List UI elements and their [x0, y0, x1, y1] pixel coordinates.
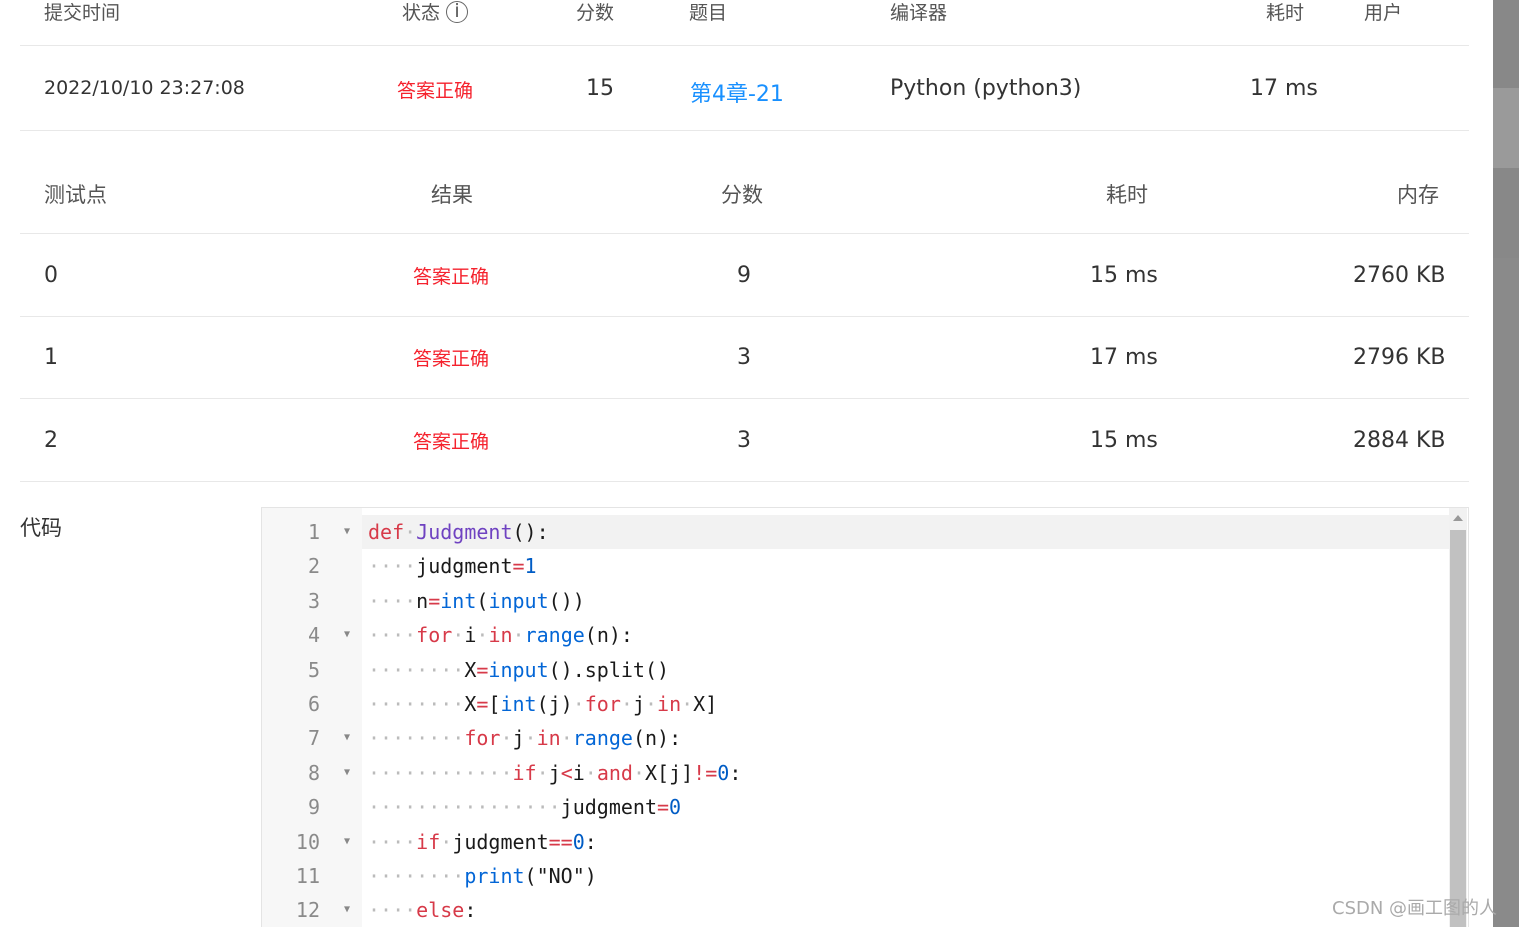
code-line[interactable]: 4 ▼ ····for·i·in·range(n): — [262, 618, 1452, 652]
code-text[interactable]: ········for·j·in·range(n): — [362, 721, 1452, 755]
submission-compiler: Python (python3) — [890, 76, 1082, 101]
header-case: 测试点 — [44, 183, 107, 207]
case-id: 2 — [44, 428, 58, 453]
code-text[interactable]: ····else: — [362, 893, 1452, 927]
case-time: 15 ms — [1090, 263, 1158, 288]
editor-scrollbar[interactable] — [1449, 508, 1467, 927]
fold-arrow-icon[interactable]: ▼ — [344, 756, 350, 790]
code-line[interactable]: 5 ········X=input().split() — [262, 653, 1452, 687]
line-number: 7 — [307, 726, 320, 751]
code-line[interactable]: 12 ▼ ····else: — [262, 893, 1452, 927]
code-text[interactable]: ········print("NO") — [362, 859, 1452, 893]
case-time: 15 ms — [1090, 428, 1158, 453]
info-icon[interactable]: i — [446, 1, 469, 23]
problem-link[interactable]: 第4章-21 — [690, 76, 784, 108]
code-label: 代码 — [20, 516, 62, 540]
header-user: 用户 — [1364, 2, 1403, 24]
case-result: 答案正确 — [413, 431, 490, 453]
code-text[interactable]: ········X=input().split() — [362, 653, 1452, 687]
case-score: 3 — [737, 428, 751, 453]
code-line[interactable]: 9 ················judgment=0 — [262, 790, 1452, 824]
code-line[interactable]: 7 ▼ ········for·j·in·range(n): — [262, 721, 1452, 755]
case-memory: 2796 KB — [1353, 345, 1446, 370]
code-text[interactable]: ················judgment=0 — [362, 790, 1452, 824]
header-submit-time: 提交时间 — [44, 2, 121, 24]
code-text[interactable]: ····n=int(input()) — [362, 584, 1452, 618]
case-time: 17 ms — [1090, 345, 1158, 370]
case-score: 9 — [737, 263, 751, 288]
header-time: 耗时 — [1266, 2, 1305, 24]
code-text[interactable]: def·Judgment(): — [362, 515, 1452, 549]
header-result: 结果 — [431, 183, 473, 207]
code-text[interactable]: ····if·judgment==0: — [362, 825, 1452, 859]
submission-row: 2022/10/10 23:27:08 答案正确 15 第4章-21 Pytho… — [20, 46, 1469, 131]
code-line[interactable]: 10 ▼ ····if·judgment==0: — [262, 825, 1452, 859]
code-line[interactable]: 1 ▼ def·Judgment(): — [262, 515, 1452, 549]
table-row: 2 答案正确 3 15 ms 2884 KB — [20, 399, 1469, 482]
line-number: 10 — [295, 829, 320, 854]
page-scrollbar[interactable] — [1493, 0, 1519, 927]
case-memory: 2884 KB — [1353, 428, 1446, 453]
header-compiler: 编译器 — [890, 2, 948, 24]
submission-table-header: 提交时间 状态 i 分数 题目 编译器 耗时 用户 — [20, 0, 1469, 46]
page-scroll-segment — [1493, 88, 1519, 168]
header-score: 分数 — [576, 2, 615, 24]
scroll-up-arrow-icon[interactable] — [1453, 515, 1463, 521]
code-text[interactable]: ········X=[int(j)·for·j·in·X] — [362, 687, 1452, 721]
code-line[interactable]: 8 ▼ ············if·j<i·and·X[j]!=0: — [262, 756, 1452, 790]
header-case-time: 耗时 — [1106, 183, 1148, 207]
header-status-label: 状态 — [402, 2, 441, 24]
fold-arrow-icon[interactable]: ▼ — [344, 893, 350, 927]
test-case-table-header: 测试点 结果 分数 耗时 内存 — [20, 131, 1469, 234]
fold-arrow-icon[interactable]: ▼ — [344, 515, 350, 549]
header-problem: 题目 — [689, 2, 728, 24]
code-line[interactable]: 3 ····n=int(input()) — [262, 584, 1452, 618]
line-number: 1 — [307, 520, 320, 544]
line-number: 11 — [295, 864, 320, 888]
line-number: 4 — [307, 623, 320, 648]
case-id: 0 — [44, 263, 58, 288]
code-text[interactable]: ····for·i·in·range(n): — [362, 618, 1452, 652]
line-number: 9 — [307, 795, 320, 820]
code-editor[interactable]: 1 ▼ def·Judgment(): 2 ····judgment=1 3 ····n=i… — [261, 507, 1469, 927]
code-text[interactable]: ············if·j<i·and·X[j]!=0: — [362, 756, 1452, 790]
header-memory: 内存 — [1397, 183, 1439, 207]
submission-score: 15 — [586, 76, 614, 101]
case-memory: 2760 KB — [1353, 263, 1446, 288]
table-row: 1 答案正确 3 17 ms 2796 KB — [20, 316, 1469, 399]
line-number: 5 — [307, 657, 320, 682]
fold-arrow-icon[interactable]: ▼ — [344, 825, 350, 859]
case-result: 答案正确 — [413, 348, 490, 370]
line-number: 12 — [295, 898, 320, 923]
case-result: 答案正确 — [413, 266, 490, 288]
line-number: 2 — [307, 554, 320, 579]
line-number: 6 — [307, 692, 320, 716]
case-id: 1 — [44, 345, 58, 370]
header-status: 状态 i — [402, 0, 469, 25]
code-text[interactable]: ····judgment=1 — [362, 549, 1452, 583]
header-case-score: 分数 — [721, 183, 763, 207]
case-score: 3 — [737, 345, 751, 370]
code-line[interactable]: 2 ····judgment=1 — [262, 549, 1452, 583]
editor-scroll-thumb[interactable] — [1450, 530, 1466, 927]
page-scroll-thumb[interactable] — [1493, 258, 1519, 927]
code-line[interactable]: 11 ········print("NO") — [262, 859, 1452, 893]
code-line[interactable]: 6 ········X=[int(j)·for·j·in·X] — [262, 687, 1452, 721]
fold-arrow-icon[interactable]: ▼ — [344, 618, 350, 652]
table-row: 0 答案正确 9 15 ms 2760 KB — [20, 234, 1469, 317]
line-number: 8 — [307, 760, 320, 785]
submission-time-used: 17 ms — [1250, 76, 1318, 101]
submission-status: 答案正确 — [397, 80, 474, 102]
fold-arrow-icon[interactable]: ▼ — [344, 721, 350, 755]
line-number: 3 — [307, 588, 320, 613]
submission-time: 2022/10/10 23:27:08 — [44, 77, 245, 99]
watermark: CSDN @画工图的人 — [1332, 898, 1498, 919]
